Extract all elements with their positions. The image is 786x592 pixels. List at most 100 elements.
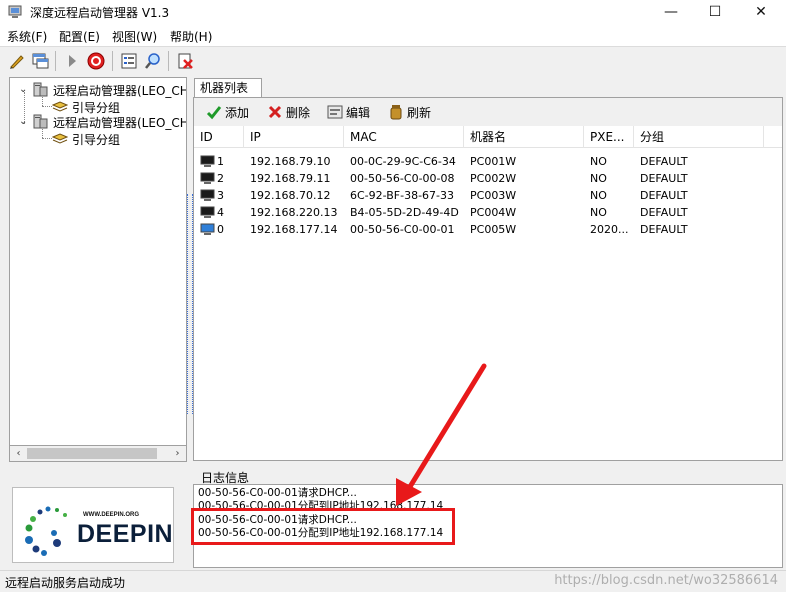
cell-name: PC003W	[470, 189, 517, 202]
scroll-left-icon[interactable]: ‹	[10, 446, 27, 461]
cell-group: DEFAULT	[640, 223, 688, 236]
table-row[interactable]: 4 192.168.220.13 B4-05-5D-2D-49-4D PC004W NO…	[194, 204, 782, 221]
cell-ip: 192.168.79.11	[250, 172, 331, 185]
app-icon	[8, 5, 22, 18]
title-bar: 深度远程启动管理器 V1.3 — ☐ ✕	[0, 0, 786, 24]
tree-group-node[interactable]: 引导分组	[52, 99, 182, 115]
edit-button[interactable]: 编辑	[327, 103, 377, 121]
maximize-button[interactable]: ☐	[692, 0, 738, 24]
menu-system[interactable]: 系统(F)	[7, 28, 47, 45]
scroll-right-icon[interactable]: ›	[169, 446, 186, 461]
watermark-text: https://blog.csdn.net/wo32586614	[554, 573, 778, 588]
refresh-label: 刷新	[407, 106, 432, 120]
cell-pxe: NO	[590, 172, 607, 185]
table-row[interactable]: 0 192.168.177.14 00-50-56-C0-00-01 PC005W 20…	[194, 221, 782, 238]
collapse-icon[interactable]: ⌄	[19, 117, 28, 127]
column-header-id[interactable]: ID	[194, 126, 244, 148]
cell-ip: 192.168.177.14	[250, 223, 338, 236]
delete-button[interactable]: 删除	[267, 103, 317, 121]
cell-name: PC004W	[470, 206, 517, 219]
cell-group: DEFAULT	[640, 189, 688, 202]
tree-horizontal-scrollbar[interactable]: ‹ ›	[9, 445, 187, 462]
status-text: 远程启动服务启动成功	[5, 576, 126, 590]
table-row[interactable]: 1 192.168.79.10 00-0C-29-9C-C6-34 PC001W NO D…	[194, 153, 782, 170]
tree-group-label: 引导分组	[72, 133, 121, 147]
refresh-jar-icon	[390, 105, 402, 120]
server-tree[interactable]: ⌄ 远程启动管理器(LEO_CHE 引导分组 ⌄ 远程启动管理器(LEO_CHE…	[9, 77, 187, 461]
cell-group: DEFAULT	[640, 172, 688, 185]
column-header-mac[interactable]: MAC	[344, 126, 464, 148]
toolbar-separator	[55, 51, 56, 71]
cell-ip: 192.168.79.10	[250, 155, 331, 168]
table-row[interactable]: 2 192.168.79.11 00-50-56-C0-00-08 PC002W NO D…	[194, 170, 782, 187]
search-icon[interactable]	[143, 51, 163, 71]
cell-mac: 00-0C-29-9C-C6-34	[350, 155, 456, 168]
exit-icon[interactable]	[175, 51, 195, 71]
column-header-ip[interactable]: IP	[244, 126, 344, 148]
edit-form-icon	[327, 105, 343, 119]
logo-brand-text: DEEPIN	[77, 520, 174, 548]
cell-mac: 00-50-56-C0-00-01	[350, 223, 455, 236]
tree-line	[42, 138, 52, 139]
settings-list-icon[interactable]	[119, 51, 139, 71]
cell-mac: 00-50-56-C0-00-08	[350, 172, 455, 185]
tree-server-label: 远程启动管理器(LEO_CHE	[53, 116, 187, 130]
menu-view[interactable]: 视图(W)	[112, 28, 157, 45]
list-header: ID IP MAC 机器名 PXE... 分组	[194, 126, 782, 148]
menu-config[interactable]: 配置(E)	[59, 28, 100, 45]
tab-machine-list[interactable]: 机器列表	[194, 78, 262, 98]
cell-group: DEFAULT	[640, 155, 688, 168]
cell-pxe: NO	[590, 189, 607, 202]
cell-name: PC001W	[470, 155, 517, 168]
minimize-button[interactable]: —	[648, 0, 694, 24]
tree-group-node[interactable]: 引导分组	[52, 131, 182, 147]
log-line: 00-50-56-C0-00-01请求DHCP...	[198, 487, 357, 499]
tree-server-node[interactable]: 远程启动管理器(LEO_CHE	[32, 82, 187, 98]
cell-name: PC002W	[470, 172, 517, 185]
column-header-group[interactable]: 分组	[634, 126, 764, 148]
tree-server-label: 远程启动管理器(LEO_CHE	[53, 84, 187, 98]
tree-line	[42, 106, 52, 107]
cell-pxe: 2020...	[590, 223, 629, 236]
cell-mac: B4-05-5D-2D-49-4D	[350, 206, 459, 219]
menu-help[interactable]: 帮助(H)	[170, 28, 212, 45]
status-bar: 远程启动服务启动成功 https://blog.csdn.net/wo32586…	[0, 570, 786, 592]
toolbar-separator	[168, 51, 169, 71]
scrollbar-thumb[interactable]	[27, 448, 157, 459]
column-header-pxe[interactable]: PXE...	[584, 126, 634, 148]
server-icon	[33, 114, 48, 129]
group-icon	[52, 133, 68, 144]
group-icon	[52, 101, 68, 112]
pencil-icon[interactable]	[7, 51, 27, 71]
refresh-button[interactable]: 刷新	[388, 103, 438, 121]
delete-x-icon	[268, 105, 282, 119]
add-label: 添加	[225, 106, 250, 120]
stop-icon[interactable]	[86, 51, 106, 71]
cell-mac: 6C-92-BF-38-67-33	[350, 189, 454, 202]
delete-label: 删除	[286, 106, 311, 120]
annotation-highlight-box	[191, 508, 455, 545]
cell-ip: 192.168.220.13	[250, 206, 338, 219]
cell-ip: 192.168.70.12	[250, 189, 331, 202]
server-icon	[33, 82, 48, 97]
toolbar-separator	[112, 51, 113, 71]
window-icon[interactable]	[30, 51, 50, 71]
client-area: ⌄ 远程启动管理器(LEO_CHE 引导分组 ⌄ 远程启动管理器(LEO_CHE…	[0, 74, 786, 570]
play-icon[interactable]	[62, 51, 82, 71]
edit-label: 编辑	[346, 106, 371, 120]
window-title: 深度远程启动管理器 V1.3	[30, 6, 170, 20]
cell-pxe: NO	[590, 206, 607, 219]
cell-pxe: NO	[590, 155, 607, 168]
tree-server-node[interactable]: 远程启动管理器(LEO_CHE	[32, 114, 187, 130]
add-button[interactable]: 添加	[206, 103, 256, 121]
toolbar	[0, 46, 786, 74]
cell-group: DEFAULT	[640, 206, 688, 219]
machine-list-panel: 添加 删除 编辑 刷新 ID IP MAC 机器名 PXE... 分组 1 19…	[193, 97, 783, 461]
column-header-name[interactable]: 机器名	[464, 126, 584, 148]
checkmark-icon	[206, 106, 222, 120]
close-button[interactable]: ✕	[738, 0, 784, 24]
table-row[interactable]: 3 192.168.70.12 6C-92-BF-38-67-33 PC003W NO D…	[194, 187, 782, 204]
collapse-icon[interactable]: ⌄	[19, 85, 28, 95]
logo-url-text: WWW.DEEPIN.ORG	[83, 512, 139, 518]
list-actions-toolbar: 添加 删除 编辑 刷新	[194, 98, 782, 126]
